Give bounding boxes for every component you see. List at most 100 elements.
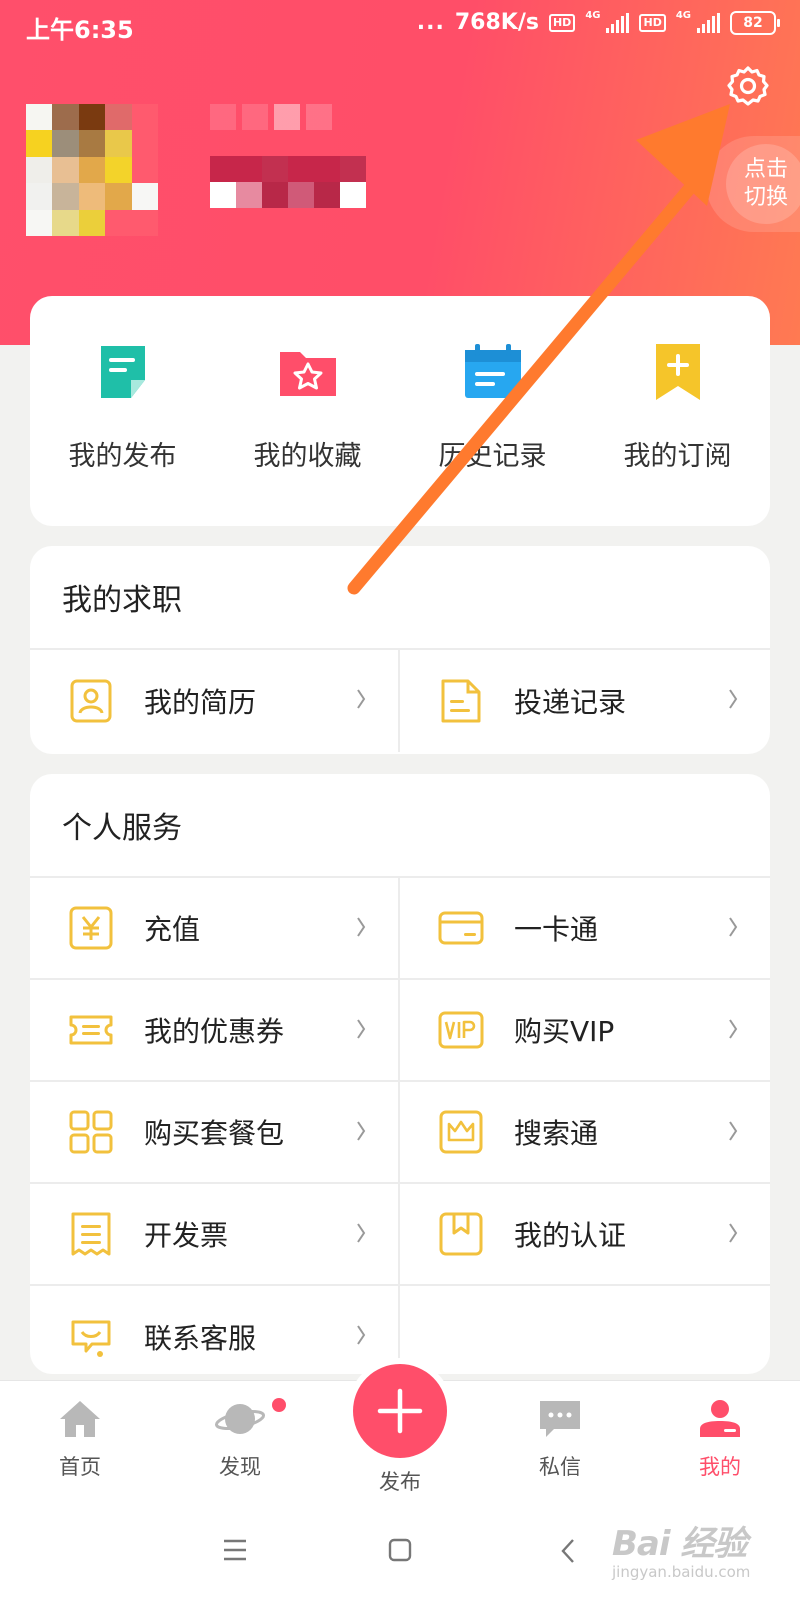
quick-item-favorites[interactable]: 我的收藏 [215,340,400,526]
back-icon[interactable] [560,1538,576,1564]
quick-item-label: 我的订阅 [623,441,732,472]
job-grid: 我的简历 投递记录 [30,650,770,752]
nav-tab-messages[interactable]: 私信 [500,1399,620,1481]
card-icon [438,911,484,945]
quick-item-label: 历史记录 [438,441,547,472]
quick-item-label: 我的收藏 [253,441,362,472]
menu-item-invoice[interactable]: 开发票 [30,1184,400,1286]
menu-item-label: 我的简历 [144,686,257,719]
nav-tab-mine[interactable]: 我的 [660,1399,780,1481]
customer-service-icon [71,1320,111,1357]
coupon-icon [69,1015,113,1045]
signal-icon [606,12,630,33]
quick-item-my-posts[interactable]: 我的发布 [30,340,215,526]
chevron-right-icon [357,689,366,709]
status-bar: 上午6:35 ... 768K/s HD 4G HD 4G 82 [0,0,800,50]
nav-label: 首页 [59,1455,101,1479]
switch-label: 点击切换 [726,144,800,224]
notification-dot [272,1398,286,1412]
menu-item-label: 购买套餐包 [144,1117,285,1150]
menu-item-label: 投递记录 [514,686,627,719]
service-grid: 充值 一卡通 我的优惠券 购买VIP 购买套餐包 搜索通 开发票 我的认证 联系… [30,878,770,1374]
hd-badge: HD [639,13,666,32]
menu-item-one-card[interactable]: 一卡通 [400,878,770,980]
nav-label: 私信 [539,1455,581,1479]
chevron-right-icon [729,1019,738,1039]
grid-package-icon [69,1110,113,1154]
menu-item-label: 充值 [144,913,201,946]
hd-badge: HD [548,13,576,32]
status-dots: ... [416,10,445,35]
menu-item-customer-service[interactable]: 联系客服 [30,1286,400,1374]
calendar-icon [464,344,521,398]
network-speed: 768K/s [454,10,539,35]
quick-item-label: 我的发布 [68,441,177,472]
vip-icon [438,1011,484,1049]
empty-cell [400,1286,770,1374]
home-icon [60,1401,100,1437]
signal-icon [697,12,720,33]
crown-icon [439,1110,483,1154]
publish-label: 发布 [379,1470,421,1494]
chevron-right-icon [357,1019,366,1039]
quick-item-history[interactable]: 历史记录 [400,340,585,526]
menu-item-resume[interactable]: 我的简历 [30,650,400,752]
quick-item-subscriptions[interactable]: 我的订阅 [585,340,770,526]
status-time: 上午6:35 [26,16,134,44]
resume-icon [70,679,112,723]
chevron-right-icon [729,689,738,709]
user-icon [700,1400,740,1437]
plus-icon [377,1388,423,1434]
profile-header: 上午6:35 ... 768K/s HD 4G HD 4G 82 点击切换 [0,0,800,345]
quick-actions-card: 我的发布 我的收藏 历史记录 我的订阅 [30,296,770,526]
network-type: 4G [585,10,601,21]
menu-item-coupons[interactable]: 我的优惠券 [30,980,400,1082]
chevron-right-icon [357,1121,366,1141]
menu-item-label: 我的认证 [514,1219,627,1252]
chevron-right-icon [357,917,366,937]
home-square-icon[interactable] [388,1538,412,1562]
menu-item-delivery-records[interactable]: 投递记录 [400,650,770,752]
gear-icon [727,66,769,106]
chevron-right-icon [357,1223,366,1243]
folder-star-icon [279,352,336,396]
menu-item-label: 一卡通 [514,913,599,946]
publish-button[interactable] [353,1364,447,1458]
baidu-jingyan-watermark: Bai 经验 jingyan.baidu.com [612,1516,782,1586]
section-title: 我的求职 [30,546,770,650]
watermark-main: Bai 经验 [612,1524,747,1564]
nav-label: 我的 [699,1455,741,1479]
menu-item-search-pass[interactable]: 搜索通 [400,1082,770,1184]
switch-identity-button[interactable]: 点击切换 [706,136,800,232]
document-icon [100,346,145,398]
menu-item-recharge[interactable]: 充值 [30,878,400,980]
menu-item-buy-package[interactable]: 购买套餐包 [30,1082,400,1184]
job-section-card: 我的求职 我的简历 投递记录 [30,546,770,754]
section-title: 个人服务 [30,774,770,878]
yuan-icon [69,906,113,950]
bookmark-plus-icon [655,344,700,400]
status-indicators: ... 768K/s HD 4G HD 4G 82 [416,10,780,35]
menu-item-label: 开发票 [144,1219,229,1252]
menu-item-buy-vip[interactable]: 购买VIP [400,980,770,1082]
menu-item-certification[interactable]: 我的认证 [400,1184,770,1286]
chevron-right-icon [729,917,738,937]
settings-button[interactable] [726,64,770,108]
menu-icon[interactable] [222,1538,248,1562]
nav-tab-home[interactable]: 首页 [20,1399,140,1481]
planet-icon [214,1404,266,1434]
invoice-icon [71,1212,111,1256]
menu-item-label: 我的优惠券 [144,1015,285,1048]
file-record-icon [441,679,481,723]
chevron-right-icon [729,1121,738,1141]
menu-item-label: 搜索通 [514,1117,599,1150]
menu-item-label: 购买VIP [514,1015,615,1048]
network-type: 4G [675,10,691,21]
menu-item-label: 联系客服 [144,1322,257,1355]
avatar[interactable] [26,104,158,236]
battery-icon: 82 [730,10,780,35]
username-blurred [210,104,370,212]
chevron-right-icon [357,1325,366,1345]
chevron-right-icon [729,1223,738,1243]
message-icon [540,1401,580,1437]
